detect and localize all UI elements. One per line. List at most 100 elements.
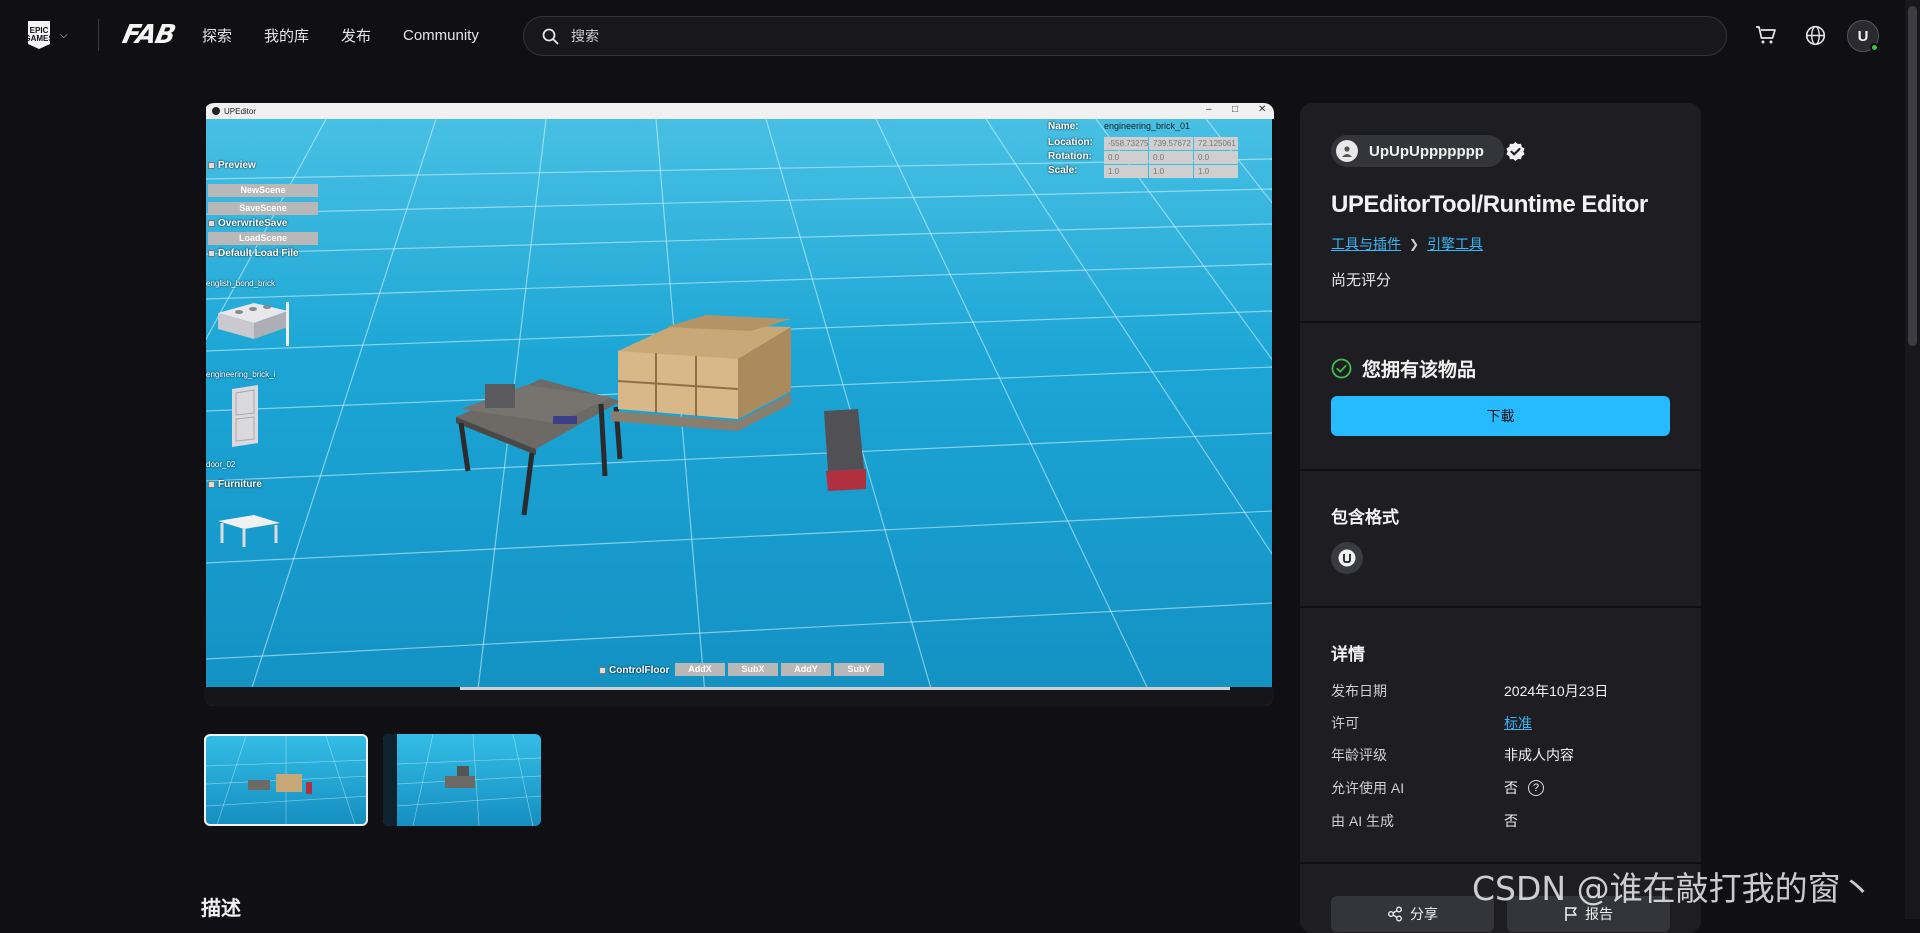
default-load-file-label: Default Load File bbox=[218, 248, 299, 259]
location-x-field[interactable]: -558.73275 bbox=[1104, 137, 1148, 150]
preview-toggle[interactable]: Preview bbox=[208, 160, 256, 171]
rotation-z-field[interactable]: 0.0 bbox=[1194, 151, 1238, 164]
close-icon[interactable]: ✕ bbox=[1258, 104, 1266, 115]
device-model bbox=[553, 416, 577, 424]
control-floor-toggle[interactable]: ControlFloor bbox=[599, 665, 670, 676]
default-load-file-checkbox[interactable] bbox=[208, 249, 215, 257]
search-icon bbox=[542, 28, 559, 44]
ownership-status: 您拥有该物品 bbox=[1331, 355, 1476, 382]
nav-link-my-library[interactable]: 我的库 bbox=[264, 25, 309, 46]
user-avatar-button[interactable]: U bbox=[1847, 20, 1879, 52]
formats-heading: 包含格式 bbox=[1331, 508, 1399, 527]
minimize-icon[interactable]: – bbox=[1206, 104, 1212, 115]
unreal-engine-format-icon[interactable] bbox=[1331, 542, 1363, 574]
preview-checkbox[interactable] bbox=[208, 161, 215, 169]
gallery-thumbnail-1[interactable] bbox=[204, 734, 368, 826]
search-input[interactable] bbox=[569, 27, 1669, 45]
furniture-checkbox[interactable] bbox=[208, 480, 215, 488]
online-status-dot bbox=[1870, 43, 1879, 52]
page-scrollbar[interactable] bbox=[1905, 0, 1920, 919]
verified-badge-icon bbox=[1506, 141, 1525, 162]
detail-value: 非成人内容 bbox=[1504, 747, 1574, 763]
detail-label: 允许使用 AI bbox=[1331, 780, 1405, 796]
fab-logo[interactable]: FAB bbox=[119, 20, 177, 50]
nav-link-community[interactable]: Community bbox=[403, 27, 479, 44]
location-z-field[interactable]: 72.125061 bbox=[1194, 137, 1238, 150]
editor-3d-scene[interactable]: Preview NewScene SaveScene OverwriteSave… bbox=[206, 119, 1272, 706]
scrollbar-thumb[interactable] bbox=[1908, 6, 1917, 346]
furniture-label: Furniture bbox=[218, 479, 262, 490]
load-scene-button[interactable]: LoadScene bbox=[208, 232, 318, 245]
owned-text: 您拥有该物品 bbox=[1362, 360, 1477, 381]
asset-label-door: door_02 bbox=[206, 460, 236, 469]
asset-thumb-table[interactable] bbox=[214, 511, 284, 551]
speaker-model bbox=[485, 384, 515, 408]
nav-link-explore[interactable]: 探索 bbox=[202, 25, 232, 46]
seller-profile-chip[interactable]: UpUpUppppppp bbox=[1331, 135, 1504, 167]
detail-label: 年龄评级 bbox=[1331, 747, 1387, 763]
chevron-down-icon[interactable]: ⌵ bbox=[60, 30, 68, 41]
app-window-icon bbox=[212, 107, 220, 115]
maximize-icon[interactable]: □ bbox=[1232, 104, 1238, 115]
detail-value: 否 ? bbox=[1504, 778, 1544, 798]
license-link[interactable]: 标准 bbox=[1504, 713, 1532, 733]
breadcrumb: 工具与插件 ❯ 引擎工具 bbox=[1331, 234, 1483, 254]
rotation-x-field[interactable]: 0.0 bbox=[1104, 151, 1148, 164]
prop-rotation-label: Rotation: bbox=[1048, 151, 1092, 162]
scale-x-field[interactable]: 1.0 bbox=[1104, 165, 1148, 178]
breadcrumb-engine-tools[interactable]: 引擎工具 bbox=[1427, 234, 1483, 254]
furniture-toggle[interactable]: Furniture bbox=[208, 479, 262, 490]
app-window-titlebar: UPEditor – □ ✕ bbox=[206, 103, 1274, 119]
gallery-thumbnail-2[interactable] bbox=[383, 734, 541, 826]
console-strip bbox=[204, 687, 1274, 706]
prop-name-label: Name: bbox=[1048, 121, 1079, 132]
default-load-file-toggle[interactable]: Default Load File bbox=[208, 248, 299, 259]
asset-list-scroll-handle[interactable] bbox=[286, 302, 289, 346]
rotation-y-field[interactable]: 0.0 bbox=[1149, 151, 1193, 164]
save-scene-button[interactable]: SaveScene bbox=[208, 202, 318, 215]
detail-value: 2024年10月23日 bbox=[1504, 683, 1609, 699]
control-floor-label: ControlFloor bbox=[609, 665, 670, 676]
product-title: UPEditorTool/Runtime Editor bbox=[1331, 191, 1648, 218]
overwrite-save-toggle[interactable]: OverwriteSave bbox=[208, 218, 288, 229]
floor-grid bbox=[206, 119, 1272, 706]
cart-icon[interactable] bbox=[1753, 22, 1779, 48]
share-button[interactable]: 分享 bbox=[1331, 896, 1494, 932]
panel-divider bbox=[1300, 469, 1701, 471]
scale-z-field[interactable]: 1.0 bbox=[1194, 165, 1238, 178]
scale-y-field[interactable]: 1.0 bbox=[1149, 165, 1193, 178]
control-floor-checkbox[interactable] bbox=[599, 666, 606, 674]
preview-label: Preview bbox=[218, 160, 256, 171]
epic-games-logo[interactable]: EPIC GAMES bbox=[28, 21, 50, 49]
prop-name-value[interactable]: engineering_brick_01 bbox=[1104, 121, 1190, 131]
detail-label: 发布日期 bbox=[1331, 683, 1387, 699]
add-x-button[interactable]: AddX bbox=[675, 663, 725, 676]
asset-label-english-bond-brick: english_bond_brick bbox=[206, 279, 275, 288]
share-label: 分享 bbox=[1410, 906, 1438, 922]
crate-model bbox=[824, 409, 866, 491]
rating-text: 尚无评分 bbox=[1331, 272, 1392, 289]
search-bar[interactable] bbox=[523, 16, 1727, 56]
breadcrumb-tools-plugins[interactable]: 工具与插件 bbox=[1331, 234, 1401, 254]
panel-divider bbox=[1300, 606, 1701, 608]
globe-icon[interactable] bbox=[1802, 22, 1828, 48]
detail-label: 许可 bbox=[1331, 715, 1359, 731]
asset-thumb-brick[interactable] bbox=[214, 295, 294, 345]
new-scene-button[interactable]: NewScene bbox=[208, 184, 318, 197]
share-icon bbox=[1388, 906, 1402, 922]
help-icon[interactable]: ? bbox=[1528, 780, 1544, 796]
console-scrollbar[interactable] bbox=[460, 687, 1230, 690]
download-button[interactable]: 下載 bbox=[1331, 396, 1670, 436]
media-viewer[interactable]: UPEditor – □ ✕ Preview NewScene SaveScen… bbox=[204, 103, 1274, 706]
sub-y-button[interactable]: SubY bbox=[834, 663, 884, 676]
prop-scale-label: Scale: bbox=[1048, 165, 1078, 176]
panel-divider bbox=[1300, 321, 1701, 323]
app-window-title: UPEditor bbox=[224, 106, 257, 116]
overwrite-save-checkbox[interactable] bbox=[208, 219, 215, 227]
add-y-button[interactable]: AddY bbox=[781, 663, 831, 676]
prop-location-label: Location: bbox=[1048, 137, 1093, 148]
nav-link-publish[interactable]: 发布 bbox=[341, 25, 371, 46]
asset-thumb-door[interactable] bbox=[228, 385, 264, 449]
location-y-field[interactable]: 739.57672 bbox=[1149, 137, 1193, 150]
sub-x-button[interactable]: SubX bbox=[728, 663, 778, 676]
